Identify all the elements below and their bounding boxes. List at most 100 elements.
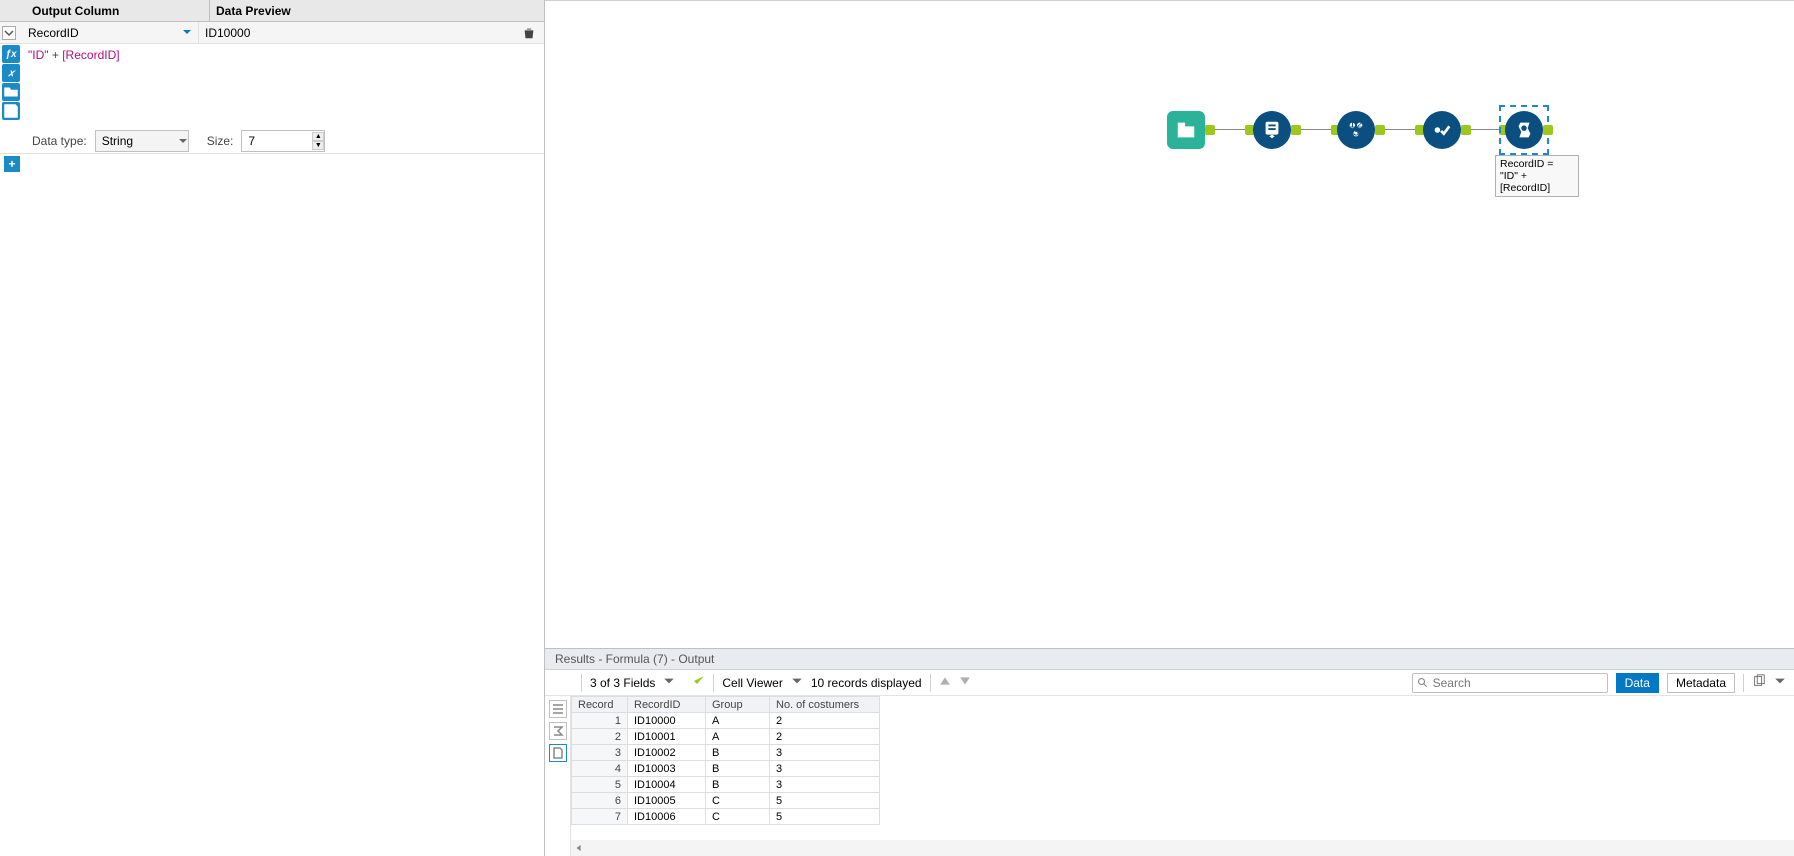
data-preview-value: ID10000 (198, 22, 520, 43)
cell-viewer-caret-icon[interactable] (791, 675, 803, 690)
view-sigma-icon[interactable] (549, 722, 567, 740)
cell-record: 1 (572, 713, 628, 729)
col-recordid[interactable]: RecordID (628, 697, 706, 713)
view-list-icon[interactable] (549, 700, 567, 718)
cell-record: 3 (572, 745, 628, 761)
fx-folder-icon[interactable] (2, 83, 20, 101)
search-icon (1417, 677, 1429, 689)
size-spinner[interactable]: ▲ ▼ (312, 132, 324, 150)
cell-recordid: ID10005 (628, 793, 706, 809)
table-row[interactable]: 1ID10000A2 (572, 713, 880, 729)
select-tool-icon (1253, 111, 1291, 149)
cell-recordid: ID10003 (628, 761, 706, 777)
spinner-up-icon[interactable]: ▲ (312, 132, 324, 141)
data-type-value: String (102, 134, 133, 148)
nav-up-button[interactable] (939, 675, 951, 690)
horizontal-scrollbar[interactable] (571, 840, 1794, 856)
view-page-icon[interactable] (549, 744, 567, 762)
cell-viewer-label[interactable]: Cell Viewer (722, 676, 782, 690)
results-toolbar: 3 of 3 Fields Cell Viewer 10 records dis… (545, 670, 1794, 696)
record-id-icon: 123 (1337, 111, 1375, 149)
col-record[interactable]: Record (572, 697, 628, 713)
results-title: Results - Formula (7) - Output (545, 648, 1794, 670)
col-group[interactable]: Group (706, 697, 770, 713)
fields-dropdown-caret-icon[interactable] (663, 675, 675, 690)
cell-recordid: ID10006 (628, 809, 706, 825)
separator (930, 674, 931, 692)
separator (713, 674, 714, 692)
size-label: Size: (207, 134, 234, 148)
nav-down-button[interactable] (959, 675, 971, 690)
table-header-row: Record RecordID Group No. of costumers (572, 697, 880, 713)
cell-recordid: ID10004 (628, 777, 706, 793)
cell-recordid: ID10002 (628, 745, 706, 761)
add-expression-button[interactable]: + (4, 156, 20, 172)
output-column-value: RecordID (28, 26, 79, 40)
fx-save-icon[interactable] (2, 102, 20, 120)
scroll-left-icon[interactable] (571, 841, 587, 855)
fx-variables-icon[interactable]: 𝑥 (2, 64, 20, 82)
formula-tool[interactable] (1505, 111, 1543, 149)
spinner-down-icon[interactable]: ▼ (312, 141, 324, 150)
cell-group: A (706, 713, 770, 729)
data-preview-header: Data Preview (210, 0, 544, 21)
output-anchor[interactable] (1205, 125, 1215, 135)
cell-no-costumers: 3 (770, 745, 880, 761)
workflow-canvas[interactable]: 123 RecordID = "ID" + [RecordID] (545, 0, 1794, 648)
fx-functions-icon[interactable]: ƒx (2, 45, 20, 63)
data-cleansing-tool[interactable] (1423, 111, 1461, 149)
cell-record: 7 (572, 809, 628, 825)
results-panel: Results - Formula (7) - Output 3 of 3 Fi… (545, 648, 1794, 856)
size-value: 7 (248, 134, 255, 148)
formula-config-panel: Output Column Data Preview RecordID ID10… (0, 0, 545, 856)
cell-record: 2 (572, 729, 628, 745)
delete-expression-button[interactable] (520, 24, 538, 42)
dropdown-caret-icon (182, 26, 192, 40)
results-grid[interactable]: Record RecordID Group No. of costumers 1… (571, 696, 1794, 856)
cell-no-costumers: 3 (770, 761, 880, 777)
results-search[interactable] (1412, 673, 1608, 693)
table-row[interactable]: 4ID10003B3 (572, 761, 880, 777)
cell-group: B (706, 777, 770, 793)
output-anchor[interactable] (1543, 125, 1553, 135)
cell-group: C (706, 809, 770, 825)
table-row[interactable]: 5ID10004B3 (572, 777, 880, 793)
separator (1743, 674, 1744, 692)
col-no-costumers[interactable]: No. of costumers (770, 697, 880, 713)
input-data-tool[interactable] (1167, 111, 1205, 149)
copy-button[interactable] (1752, 674, 1766, 691)
output-column-dropdown[interactable]: RecordID (22, 23, 198, 43)
output-anchor[interactable] (1461, 125, 1471, 135)
output-column-header: Output Column (0, 0, 210, 21)
table-row[interactable]: 7ID10006C5 (572, 809, 880, 825)
fields-check-icon[interactable] (693, 675, 705, 690)
table-row[interactable]: 2ID10001A2 (572, 729, 880, 745)
table-row[interactable]: 6ID10005C5 (572, 793, 880, 809)
cell-recordid: ID10001 (628, 729, 706, 745)
output-anchor[interactable] (1375, 125, 1385, 135)
expr-field: [RecordID] (62, 48, 119, 62)
cell-record: 5 (572, 777, 628, 793)
tab-metadata[interactable]: Metadata (1667, 673, 1735, 693)
cell-group: B (706, 761, 770, 777)
copy-dropdown-caret-icon[interactable] (1774, 675, 1786, 690)
output-anchor[interactable] (1291, 125, 1301, 135)
expression-editor[interactable]: "ID" + [RecordID] (22, 44, 544, 128)
select-tool[interactable] (1253, 111, 1291, 149)
cell-no-costumers: 5 (770, 793, 880, 809)
cell-recordid: ID10000 (628, 713, 706, 729)
record-id-tool[interactable]: 123 (1337, 111, 1375, 149)
tab-data[interactable]: Data (1616, 673, 1659, 693)
fields-summary[interactable]: 3 of 3 Fields (590, 676, 655, 690)
cell-record: 6 (572, 793, 628, 809)
size-input[interactable]: 7 ▲ ▼ (241, 130, 325, 152)
cell-no-costumers: 2 (770, 729, 880, 745)
cell-group: A (706, 729, 770, 745)
expr-plus: + (49, 48, 63, 62)
data-type-dropdown[interactable]: String (95, 130, 189, 152)
search-input[interactable] (1433, 676, 1603, 690)
formula-tool-icon (1505, 111, 1543, 149)
formula-tool-annotation[interactable]: RecordID = "ID" + [RecordID] (1495, 155, 1579, 197)
collapse-toggle[interactable] (2, 26, 16, 40)
table-row[interactable]: 3ID10002B3 (572, 745, 880, 761)
